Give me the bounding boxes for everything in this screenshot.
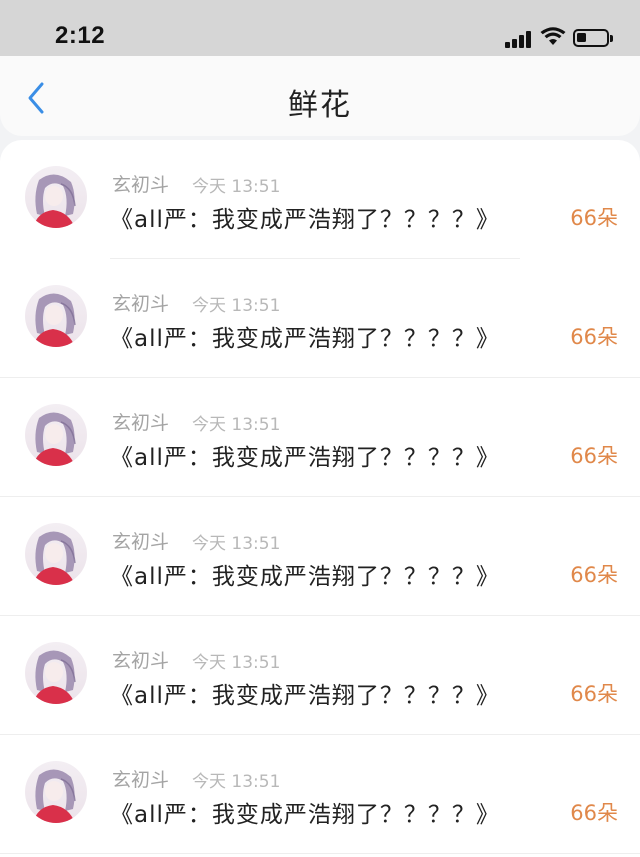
- sender-name: 玄初斗: [112, 412, 170, 434]
- avatar-illustration: [25, 523, 87, 585]
- list-item[interactable]: 玄初斗 今天 13:51 《all严：我变成严浩翔了？？？？》 66朵: [0, 259, 640, 378]
- work-title: 《all严：我变成严浩翔了？？？？》: [110, 207, 500, 233]
- flower-count: 66朵: [570, 325, 618, 349]
- avatar[interactable]: [25, 523, 87, 585]
- flower-count: 66朵: [570, 563, 618, 587]
- sender-name: 玄初斗: [112, 769, 170, 791]
- avatar[interactable]: [25, 761, 87, 823]
- sender-name: 玄初斗: [112, 293, 170, 315]
- work-title: 《all严：我变成严浩翔了？？？？》: [110, 564, 500, 590]
- avatar-illustration: [25, 642, 87, 704]
- timestamp: 今天 13:51: [192, 415, 281, 435]
- avatar[interactable]: [25, 642, 87, 704]
- work-title: 《all严：我变成严浩翔了？？？？》: [110, 326, 500, 352]
- status-bar: 2:12: [0, 0, 640, 56]
- page-title: 鲜花: [288, 88, 352, 123]
- divider: [0, 853, 640, 854]
- timestamp: 今天 13:51: [192, 534, 281, 554]
- status-time: 2:12: [55, 22, 106, 49]
- avatar-illustration: [25, 404, 87, 466]
- flower-list: 玄初斗 今天 13:51 《all严：我变成严浩翔了？？？？》 66朵 玄初斗: [0, 140, 640, 857]
- battery-tip: [610, 35, 613, 42]
- avatar[interactable]: [25, 285, 87, 347]
- avatar-illustration: [25, 285, 87, 347]
- list-item[interactable]: 玄初斗 今天 13:51 《all严：我变成严浩翔了？？？？》 66朵: [0, 378, 640, 497]
- work-title: 《all严：我变成严浩翔了？？？？》: [110, 445, 500, 471]
- flower-count: 66朵: [570, 801, 618, 825]
- work-title: 《all严：我变成严浩翔了？？？？》: [110, 683, 500, 709]
- avatar-illustration: [25, 761, 87, 823]
- avatar-illustration: [25, 166, 87, 228]
- battery-icon: [573, 29, 609, 47]
- wifi-icon: [540, 27, 566, 45]
- work-title: 《all严：我变成严浩翔了？？？？》: [110, 802, 500, 828]
- timestamp: 今天 13:51: [192, 653, 281, 673]
- sender-name: 玄初斗: [112, 650, 170, 672]
- flower-count: 66朵: [570, 206, 618, 230]
- list-item[interactable]: 玄初斗 今天 13:51 《all严：我变成严浩翔了？？？？》 66朵: [0, 735, 640, 854]
- list-item[interactable]: 玄初斗 今天 13:51 《all严：我变成严浩翔了？？？？》 66朵: [0, 140, 640, 259]
- timestamp: 今天 13:51: [192, 296, 281, 316]
- flower-count: 66朵: [570, 682, 618, 706]
- timestamp: 今天 13:51: [192, 177, 281, 197]
- avatar[interactable]: [25, 404, 87, 466]
- timestamp: 今天 13:51: [192, 772, 281, 792]
- sender-name: 玄初斗: [112, 531, 170, 553]
- nav-bar: 鲜花: [0, 56, 640, 136]
- avatar[interactable]: [25, 166, 87, 228]
- signal-icon: [505, 30, 533, 48]
- list-item[interactable]: 玄初斗 今天 13:51 《all严：我变成严浩翔了？？？？》 66朵: [0, 616, 640, 735]
- list-item[interactable]: 玄初斗 今天 13:51 《all严：我变成严浩翔了？？？？》 66朵: [0, 497, 640, 616]
- sender-name: 玄初斗: [112, 174, 170, 196]
- flower-count: 66朵: [570, 444, 618, 468]
